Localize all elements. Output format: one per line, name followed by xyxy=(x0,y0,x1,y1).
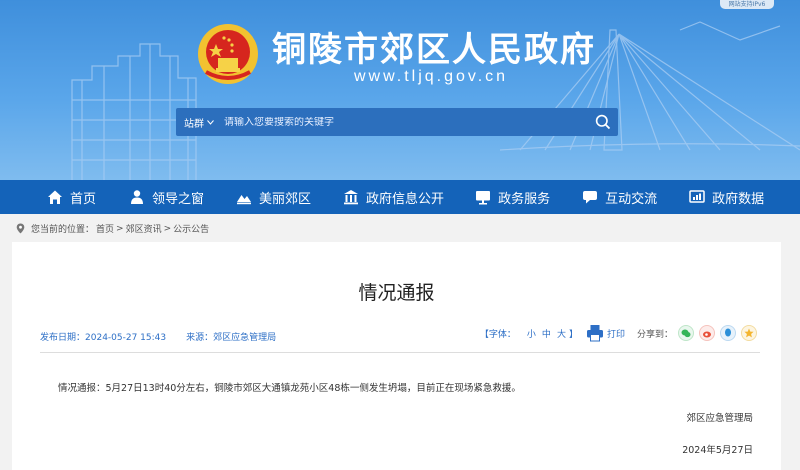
search-bar: 站群 xyxy=(176,108,618,136)
search-scope-label: 站群 xyxy=(184,118,204,130)
star-icon xyxy=(744,328,754,338)
article-meta: 发布日期：2024-05-27 15:43 来源：郊区应急管理局 xyxy=(40,330,276,343)
font-size-medium-button[interactable]: 中 xyxy=(542,327,551,340)
main-nav: 首页 领导之窗 美丽郊区 政府信息公开 政务服务 互动交流 政府数据 xyxy=(0,180,800,214)
search-icon xyxy=(595,114,611,130)
search-input[interactable] xyxy=(220,116,588,128)
share-qzone-button[interactable] xyxy=(741,325,757,341)
printer-icon xyxy=(586,325,603,342)
landscape-icon xyxy=(235,188,253,206)
nav-item-interaction[interactable]: 互动交流 xyxy=(581,180,657,214)
nav-label: 政府数据 xyxy=(712,191,765,207)
monitor-icon xyxy=(474,188,492,206)
nav-label: 政府信息公开 xyxy=(366,191,445,207)
nav-item-data[interactable]: 政府数据 xyxy=(688,180,764,214)
home-icon xyxy=(46,188,64,206)
print-button[interactable]: 打印 xyxy=(586,324,625,342)
location-pin-icon xyxy=(16,223,25,234)
breadcrumb-link-home[interactable]: 首页 xyxy=(96,222,114,235)
article-card: 情况通报 发布日期：2024-05-27 15:43 来源：郊区应急管理局 【字… xyxy=(12,242,781,470)
breadcrumb: 您当前的位置： 首页 > 郊区资讯 > 公示公告 xyxy=(16,222,211,235)
meta-divider xyxy=(40,352,760,353)
nav-item-home[interactable]: 首页 xyxy=(46,180,96,214)
nav-item-services[interactable]: 政务服务 xyxy=(474,180,550,214)
nav-label: 美丽郊区 xyxy=(259,191,312,207)
site-url: www.tljq.gov.cn xyxy=(354,68,509,85)
publish-info: 发布日期：2024-05-27 15:43 xyxy=(40,330,166,343)
search-button[interactable] xyxy=(588,108,618,136)
source-value: 郊区应急管理局 xyxy=(213,333,277,343)
source-info: 来源：郊区应急管理局 xyxy=(186,330,276,343)
breadcrumb-link-notices[interactable]: 公示公告 xyxy=(173,222,209,235)
qq-icon xyxy=(725,328,731,337)
article-title: 情况通报 xyxy=(358,282,435,304)
chevron-down-icon xyxy=(207,119,214,125)
article-tools: 【字体： 小 中 大 】 打印 分享到： xyxy=(480,324,757,342)
article-body: 情况通报：5月27日13时40分左右，铜陵市郊区大通镇龙苑小区48栋一侧发生坍塌… xyxy=(58,383,521,394)
font-size-close: 】 xyxy=(568,329,578,340)
leader-icon xyxy=(128,188,146,206)
nav-item-scenery[interactable]: 美丽郊区 xyxy=(235,180,311,214)
breadcrumb-prefix: 您当前的位置： xyxy=(31,225,95,235)
font-size-large-button[interactable]: 大 xyxy=(557,327,566,340)
publish-label: 发布日期： xyxy=(40,333,86,343)
font-size-small-button[interactable]: 小 xyxy=(527,327,536,340)
chat-icon xyxy=(581,188,599,206)
print-label: 打印 xyxy=(606,329,625,340)
nav-label: 互动交流 xyxy=(605,191,658,207)
site-title: 铜陵市郊区人民政府 xyxy=(272,30,596,70)
data-icon xyxy=(688,188,706,206)
search-scope-dropdown[interactable]: 站群 xyxy=(176,115,220,130)
ipv6-badge: 网站支持IPv6 xyxy=(720,0,774,9)
source-label: 来源： xyxy=(186,333,214,343)
government-icon xyxy=(342,188,360,206)
article-date: 2024年5月27日 xyxy=(682,445,753,456)
nav-item-gov-info[interactable]: 政府信息公开 xyxy=(342,180,444,214)
weibo-icon xyxy=(703,331,711,337)
nav-item-leader[interactable]: 领导之窗 xyxy=(128,180,204,214)
share-wechat-button[interactable] xyxy=(678,325,694,341)
breadcrumb-separator: > xyxy=(116,223,124,234)
site-header: 网站支持IPv6 铜陵市郊区人民政府 www.tljq.gov.cn 站群 xyxy=(0,0,800,180)
share-weibo-button[interactable] xyxy=(699,325,715,341)
nav-label: 首页 xyxy=(70,191,97,207)
font-size-label: 【字体： xyxy=(479,329,516,340)
breadcrumb-link-news[interactable]: 郊区资讯 xyxy=(126,222,162,235)
article-signature: 郊区应急管理局 xyxy=(686,413,753,424)
publish-date: 2024-05-27 15:43 xyxy=(85,333,167,343)
nav-label: 政务服务 xyxy=(498,191,551,207)
breadcrumb-separator: > xyxy=(163,223,172,234)
share-qq-button[interactable] xyxy=(720,325,736,341)
wechat-icon xyxy=(681,329,691,337)
share-label: 分享到： xyxy=(636,329,673,340)
national-emblem-icon xyxy=(198,24,258,84)
nav-label: 领导之窗 xyxy=(152,191,205,207)
